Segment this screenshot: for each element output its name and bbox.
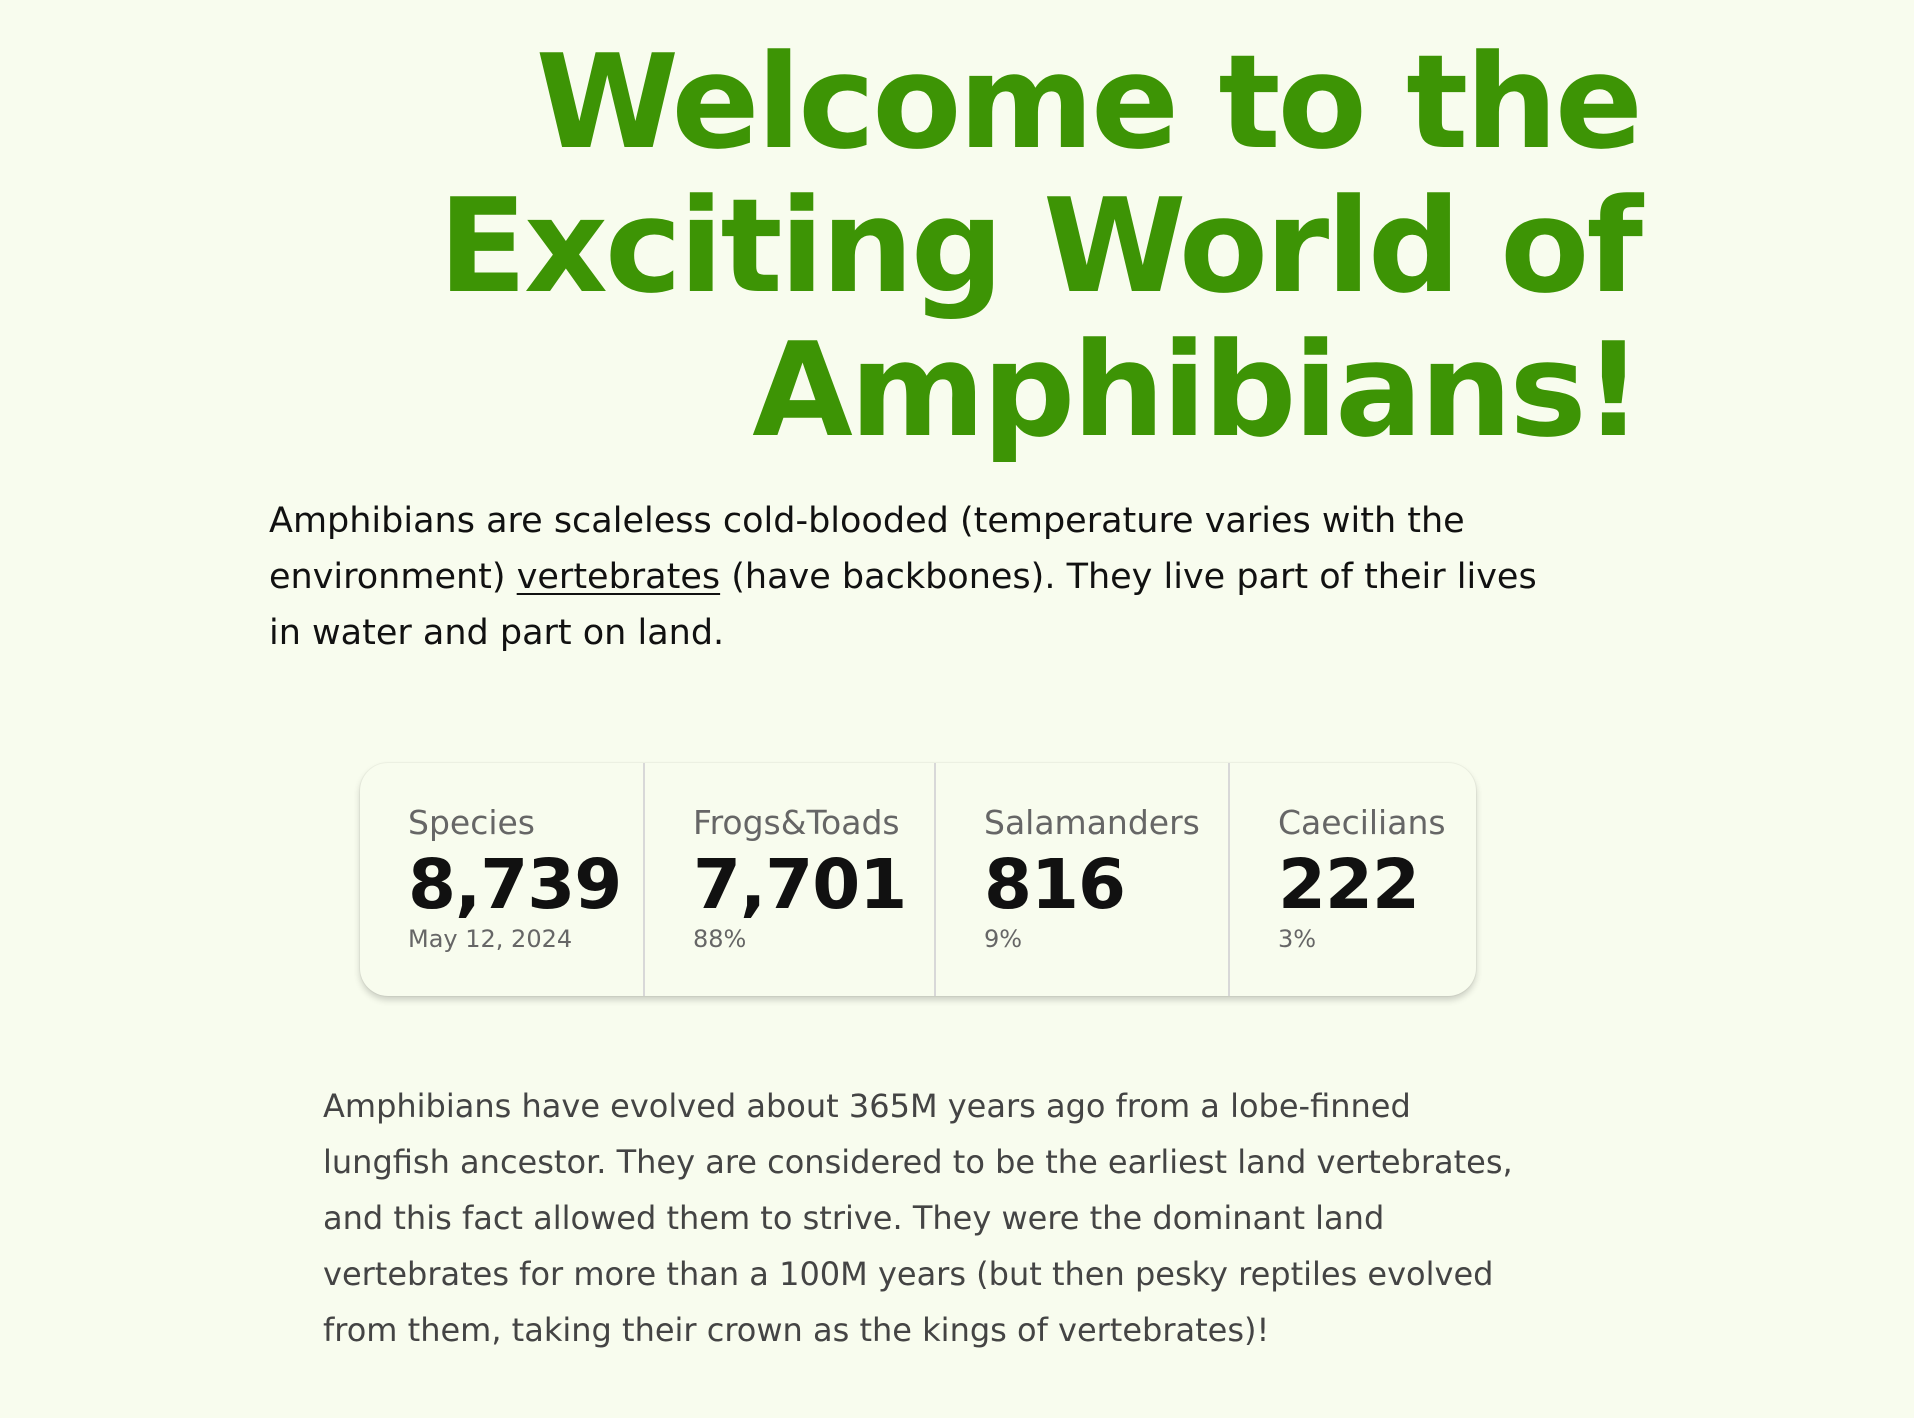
stat-label: Frogs&Toads — [693, 803, 900, 842]
stat-frogs-and-toads: Frogs&Toads 7,701 88% — [645, 763, 936, 996]
page-title: Welcome to the Exciting World of Amphibi… — [330, 30, 1643, 462]
vertebrates-link[interactable]: vertebrates — [517, 557, 720, 597]
stat-label: Species — [408, 803, 536, 842]
stat-species: Species 8,739 May 12, 2024 — [360, 763, 645, 996]
title-line-3: Amphibians! — [752, 314, 1643, 466]
stat-note: 3% — [1278, 925, 1317, 953]
title-line-2: Exciting World of — [438, 170, 1643, 322]
stat-caecilians: Caecilians 222 3% — [1230, 763, 1476, 996]
evolution-paragraph: Amphibians have evolved about 365M years… — [323, 1087, 1513, 1349]
stat-salamanders: Salamanders 816 9% — [936, 763, 1230, 996]
stat-value: 8,739 — [408, 845, 622, 925]
intro-paragraph: Amphibians are scaleless cold-blooded (t… — [269, 493, 1559, 661]
stat-value: 7,701 — [693, 845, 907, 925]
stat-label: Salamanders — [984, 803, 1200, 842]
title-line-1: Welcome to the — [535, 26, 1643, 178]
stat-note: 9% — [984, 925, 1023, 953]
stat-note: 88% — [693, 925, 747, 953]
stat-note: May 12, 2024 — [408, 925, 573, 953]
stat-label: Caecilians — [1278, 803, 1446, 842]
amphibians-page: Welcome to the Exciting World of Amphibi… — [0, 0, 1914, 1418]
amphibian-stats-card: Species 8,739 May 12, 2024 Frogs&Toads 7… — [360, 763, 1476, 996]
stat-value: 816 — [984, 845, 1126, 925]
stat-value: 222 — [1278, 845, 1420, 925]
